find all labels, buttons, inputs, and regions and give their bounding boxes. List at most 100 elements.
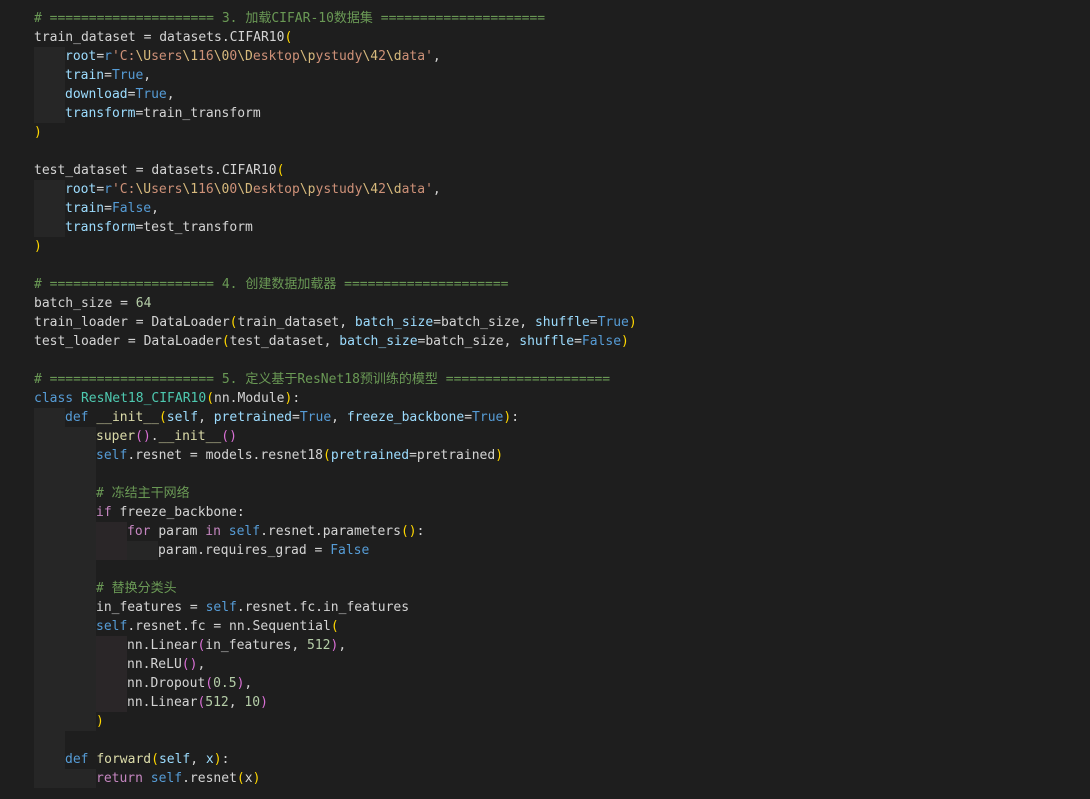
code-token: test_dataset = datasets.CIFAR10 xyxy=(34,163,277,178)
code-line[interactable]: ) xyxy=(0,712,1090,731)
code-token: ) xyxy=(96,714,104,729)
code-token: ata' xyxy=(401,49,433,64)
code-line[interactable]: ) xyxy=(0,123,1090,142)
code-token: # ===================== 4. 创建数据加载器 =====… xyxy=(34,277,509,292)
code-text: ) xyxy=(34,125,42,140)
code-token: nn.Module xyxy=(214,391,285,406)
code-line[interactable]: self.resnet.fc = nn.Sequential( xyxy=(0,617,1090,636)
code-line[interactable] xyxy=(0,465,1090,484)
code-text: def forward(self, x): xyxy=(34,752,229,767)
code-token: ystudy xyxy=(315,182,363,197)
code-line[interactable]: param.requires_grad = False xyxy=(0,541,1090,560)
code-line[interactable]: super().__init__() xyxy=(0,427,1090,446)
code-text: train=True, xyxy=(34,68,151,83)
code-token: True xyxy=(597,315,629,330)
code-token: super xyxy=(96,429,136,444)
code-line[interactable]: test_dataset = datasets.CIFAR10( xyxy=(0,161,1090,180)
code-line[interactable]: nn.ReLU(), xyxy=(0,655,1090,674)
code-text: nn.ReLU(), xyxy=(34,657,205,672)
code-token: shuffle xyxy=(534,315,590,330)
code-token: param xyxy=(158,524,206,539)
code-line[interactable] xyxy=(0,351,1090,370)
code-text: train_dataset = datasets.CIFAR10( xyxy=(34,30,292,45)
code-line[interactable]: train_loader = DataLoader(train_dataset,… xyxy=(0,313,1090,332)
code-token: : xyxy=(416,524,425,539)
code-editor[interactable]: # ===================== 3. 加载CIFAR-10数据集… xyxy=(0,0,1090,799)
code-line[interactable]: # ===================== 4. 创建数据加载器 =====… xyxy=(0,275,1090,294)
code-line[interactable]: nn.Linear(512, 10) xyxy=(0,693,1090,712)
code-text: self.resnet = models.resnet18(pretrained… xyxy=(34,448,503,463)
code-token: = xyxy=(104,201,112,216)
code-token: \4 xyxy=(362,49,379,64)
code-token: ata' xyxy=(401,182,433,197)
code-line[interactable]: class ResNet18_CIFAR10(nn.Module): xyxy=(0,389,1090,408)
code-text: train=False, xyxy=(34,201,159,216)
code-line[interactable]: def __init__(self, pretrained=True, free… xyxy=(0,408,1090,427)
code-token: ) xyxy=(34,239,42,254)
code-text: transform=test_transform xyxy=(34,220,253,235)
code-line[interactable] xyxy=(0,142,1090,161)
code-line[interactable]: in_features = self.resnet.fc.in_features xyxy=(0,598,1090,617)
code-token: ) xyxy=(503,410,512,425)
code-token: () xyxy=(181,657,198,672)
code-text: super().__init__() xyxy=(34,429,237,444)
code-text: download=True, xyxy=(34,87,175,102)
code-token: 16 xyxy=(198,49,214,64)
code-token: sers xyxy=(151,49,183,64)
code-token: self xyxy=(150,771,183,786)
code-token: ( xyxy=(236,771,245,786)
code-line[interactable]: transform=train_transform xyxy=(0,104,1090,123)
code-line[interactable]: for param in self.resnet.parameters(): xyxy=(0,522,1090,541)
code-line[interactable]: download=True, xyxy=(0,85,1090,104)
code-token: ) xyxy=(34,125,42,140)
code-line[interactable]: train_dataset = datasets.CIFAR10( xyxy=(0,28,1090,47)
code-token: download xyxy=(65,87,128,102)
code-token: 'C: xyxy=(111,49,136,64)
code-token: esktop xyxy=(252,49,300,64)
code-token: \U xyxy=(135,182,152,197)
code-line[interactable]: # 替换分类头 xyxy=(0,579,1090,598)
code-token: \p xyxy=(299,182,316,197)
code-token: train_loader = DataLoader xyxy=(34,315,230,330)
code-line[interactable]: test_loader = DataLoader(test_dataset, b… xyxy=(0,332,1090,351)
code-token: : xyxy=(221,752,230,767)
code-line[interactable]: train=True, xyxy=(0,66,1090,85)
code-token: 64 xyxy=(135,296,152,311)
code-line[interactable]: return self.resnet(x) xyxy=(0,769,1090,788)
code-line[interactable]: # 冻结主干网络 xyxy=(0,484,1090,503)
code-token: False xyxy=(111,201,152,216)
code-line[interactable]: # ===================== 3. 加载CIFAR-10数据集… xyxy=(0,9,1090,28)
code-line[interactable] xyxy=(0,560,1090,579)
code-token: = xyxy=(292,410,300,425)
code-line[interactable]: if freeze_backbone: xyxy=(0,503,1090,522)
code-line[interactable]: def forward(self, x): xyxy=(0,750,1090,769)
code-line[interactable] xyxy=(0,731,1090,750)
code-token: ( xyxy=(229,315,238,330)
code-token: 2 xyxy=(378,182,386,197)
code-token: nn.ReLU xyxy=(127,657,182,672)
code-line[interactable]: root=r'C:\Users\116\00\Desktop\pystudy\4… xyxy=(0,180,1090,199)
code-line[interactable]: train=False, xyxy=(0,199,1090,218)
code-text: for param in self.resnet.parameters(): xyxy=(34,524,424,539)
code-token: = xyxy=(104,68,112,83)
code-line[interactable]: nn.Dropout(0.5), xyxy=(0,674,1090,693)
code-token: batch_size = xyxy=(34,296,136,311)
code-line[interactable]: root=r'C:\Users\116\00\Desktop\pystudy\4… xyxy=(0,47,1090,66)
code-line[interactable]: self.resnet = models.resnet18(pretrained… xyxy=(0,446,1090,465)
code-token: ResNet18_CIFAR10 xyxy=(80,391,207,406)
code-token: transform xyxy=(65,220,136,235)
code-token: x xyxy=(244,771,253,786)
code-line[interactable]: transform=test_transform xyxy=(0,218,1090,237)
code-token: , xyxy=(198,410,214,425)
code-line[interactable]: nn.Linear(in_features, 512), xyxy=(0,636,1090,655)
code-token: \4 xyxy=(362,182,379,197)
code-line[interactable]: # ===================== 5. 定义基于ResNet18预… xyxy=(0,370,1090,389)
code-text: in_features = self.resnet.fc.in_features xyxy=(34,600,409,615)
code-line[interactable] xyxy=(0,256,1090,275)
code-token: train xyxy=(65,201,105,216)
code-line[interactable]: batch_size = 64 xyxy=(0,294,1090,313)
code-token: esktop xyxy=(252,182,300,197)
code-text: nn.Dropout(0.5), xyxy=(34,676,252,691)
code-line[interactable]: ) xyxy=(0,237,1090,256)
